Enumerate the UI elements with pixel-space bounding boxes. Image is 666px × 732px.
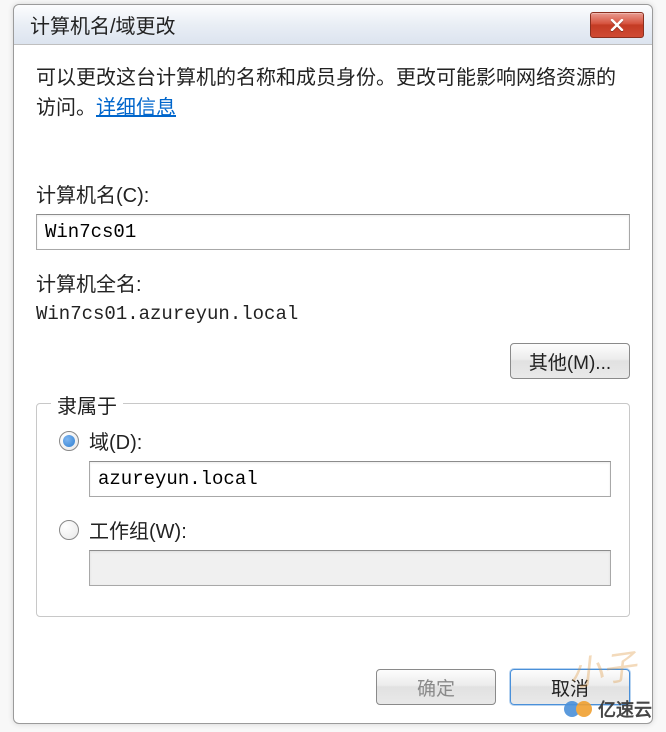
computer-name-label: 计算机名(C):: [36, 179, 630, 208]
close-button[interactable]: [590, 12, 644, 38]
more-button[interactable]: 其他(M)...: [510, 343, 630, 379]
workgroup-input: [89, 550, 611, 586]
domain-input[interactable]: [89, 461, 611, 497]
description-text: 可以更改这台计算机的名称和成员身份。更改可能影响网络资源的访问。详细信息: [36, 63, 630, 123]
titlebar: 计算机名/域更改: [14, 5, 652, 45]
workgroup-radio-row: 工作组(W):: [55, 515, 611, 544]
more-button-row: 其他(M)...: [36, 343, 630, 379]
close-icon: [610, 19, 624, 31]
domain-radio-row: 域(D):: [55, 426, 611, 455]
full-computer-name-label: 计算机全名:: [36, 268, 630, 297]
watermark-icon: [564, 701, 592, 717]
member-of-groupbox: 隶属于 域(D): 工作组(W):: [36, 403, 630, 617]
full-computer-name-value: Win7cs01.azureyun.local: [36, 303, 630, 325]
computer-name-domain-dialog: 计算机名/域更改 可以更改这台计算机的名称和成员身份。更改可能影响网络资源的访问…: [13, 4, 653, 724]
ok-button[interactable]: 确定: [376, 669, 496, 705]
workgroup-radio[interactable]: [59, 520, 79, 540]
dialog-title: 计算机名/域更改: [30, 10, 590, 39]
details-link[interactable]: 详细信息: [96, 97, 176, 119]
watermark-logo: 亿速云: [564, 696, 652, 722]
dialog-button-bar: 确定 取消: [14, 655, 652, 723]
computer-name-input[interactable]: [36, 214, 630, 250]
member-of-title: 隶属于: [51, 390, 123, 419]
domain-radio[interactable]: [59, 431, 79, 451]
dialog-content: 可以更改这台计算机的名称和成员身份。更改可能影响网络资源的访问。详细信息 计算机…: [14, 45, 652, 655]
domain-radio-label: 域(D):: [89, 426, 142, 455]
workgroup-radio-label: 工作组(W):: [89, 515, 187, 544]
watermark-text: 亿速云: [598, 696, 652, 722]
